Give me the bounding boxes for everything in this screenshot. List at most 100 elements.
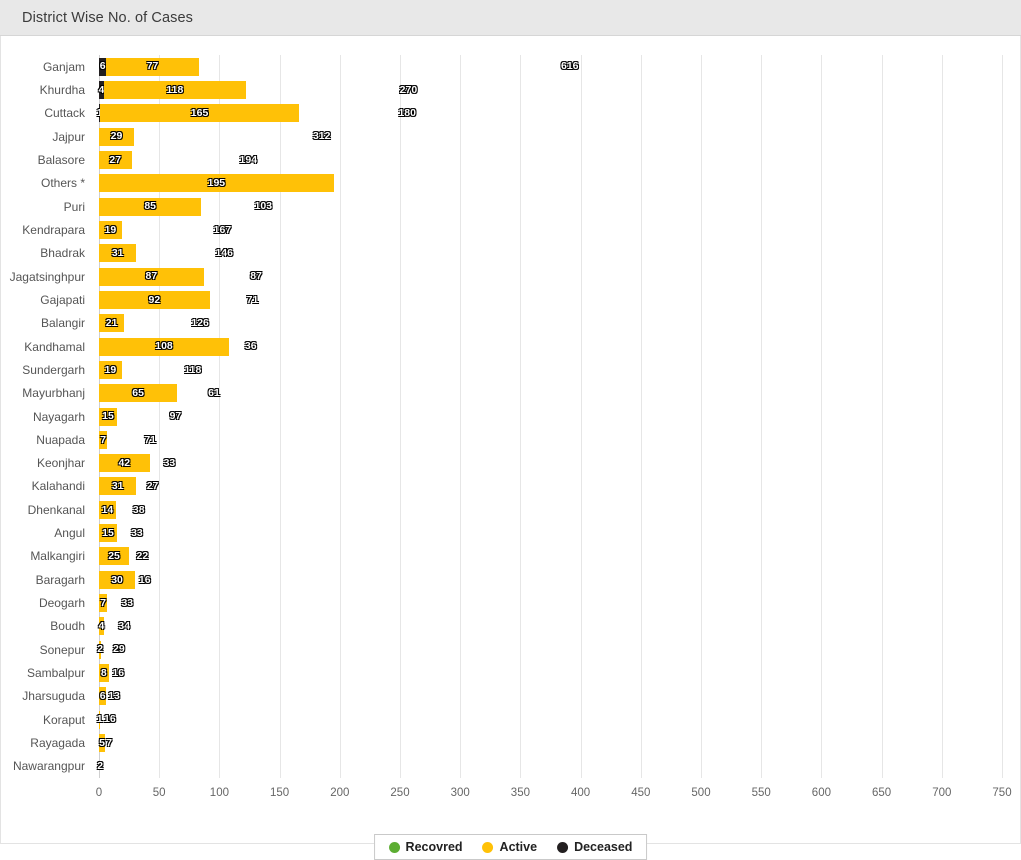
bar-segment-active[interactable]: 42 bbox=[99, 454, 150, 473]
table-row[interactable]: 195 bbox=[99, 174, 1002, 193]
bar-segment-active[interactable]: 19 bbox=[99, 220, 122, 239]
bar-segment-recovred[interactable]: 270 bbox=[246, 81, 571, 99]
circle-marker-icon bbox=[388, 841, 400, 853]
table-row[interactable]: 108 36 bbox=[99, 337, 1002, 356]
bar-segment-recovred[interactable]: 13 bbox=[106, 687, 122, 705]
bar-segment-recovred[interactable]: 180 bbox=[299, 104, 516, 122]
bar-segment-recovred[interactable]: 7 bbox=[105, 734, 113, 752]
bar-segment-recovred[interactable]: 27 bbox=[136, 477, 169, 495]
bar-value-label: 33 bbox=[121, 596, 134, 609]
bar-segment-active[interactable]: 15 bbox=[99, 407, 118, 426]
y-axis-category-labels: Ganjam Khurdha Cuttack Jajpur Balasore Others… bbox=[1, 55, 93, 778]
bar-segment-active[interactable]: 118 bbox=[103, 80, 246, 99]
table-row[interactable]: 25 22 bbox=[99, 547, 1002, 566]
table-row[interactable]: 92 71 bbox=[99, 290, 1002, 309]
table-row[interactable]: 85 103 bbox=[99, 197, 1002, 216]
bar-segment-active[interactable]: 108 bbox=[99, 337, 230, 356]
table-row[interactable]: 21 126 bbox=[99, 314, 1002, 333]
bar-value-label: 31 bbox=[111, 246, 124, 259]
bar-segment-active[interactable]: 77 bbox=[106, 57, 199, 76]
bar-segment-active[interactable]: 7 bbox=[99, 594, 108, 613]
bar-segment-active[interactable]: 195 bbox=[99, 174, 334, 193]
table-row[interactable]: 29 312 bbox=[99, 127, 1002, 146]
bar-segment-active[interactable]: 27 bbox=[99, 150, 132, 169]
bar-segment-recovred[interactable]: 71 bbox=[210, 291, 295, 309]
bar-segment-active[interactable]: 31 bbox=[99, 244, 137, 263]
bar-segment-recovred[interactable]: 71 bbox=[107, 431, 192, 449]
bar-segment-deceased[interactable]: 6 bbox=[99, 57, 107, 76]
bar-segment-active[interactable]: 87 bbox=[99, 267, 204, 286]
bar-segment-active[interactable]: 65 bbox=[99, 384, 178, 403]
legend-item[interactable]: Recovred bbox=[388, 840, 463, 854]
bar-segment-recovred[interactable]: 29 bbox=[101, 641, 136, 659]
table-row[interactable]: 6 77 616 bbox=[99, 57, 1002, 76]
table-row[interactable]: 4 34 bbox=[98, 617, 1002, 636]
bar-segment-active[interactable]: 92 bbox=[99, 290, 210, 309]
table-row[interactable]: 1 16 bbox=[97, 710, 1002, 729]
bar-segment-recovred[interactable]: 16 bbox=[135, 571, 154, 589]
table-row[interactable]: 19 118 bbox=[99, 360, 1002, 379]
bar-segment-recovred[interactable]: 16 bbox=[109, 664, 128, 682]
bar-segment-active[interactable]: 7 bbox=[99, 430, 108, 449]
bar-segment-recovred[interactable]: 97 bbox=[117, 408, 234, 426]
bar-segment-recovred[interactable]: 33 bbox=[150, 454, 190, 472]
bar-segment-recovred[interactable]: 312 bbox=[134, 128, 510, 146]
table-row[interactable]: 87 87 bbox=[99, 267, 1002, 286]
table-row[interactable]: 8 16 bbox=[99, 664, 1002, 683]
bar-segment-active[interactable]: 6 bbox=[99, 687, 107, 706]
table-row[interactable]: 2 29 bbox=[97, 640, 1002, 659]
table-row[interactable]: 4 118 270 bbox=[98, 80, 1002, 99]
bar-segment-active[interactable]: 21 bbox=[99, 314, 125, 333]
bar-segment-recovred[interactable]: 87 bbox=[204, 268, 309, 286]
y-axis-label: Cuttack bbox=[44, 106, 85, 121]
legend-item[interactable]: Active bbox=[482, 840, 537, 854]
bar-segment-recovred[interactable]: 146 bbox=[136, 244, 312, 262]
bar-segment-active[interactable]: 25 bbox=[99, 547, 130, 566]
bar-segment-recovred[interactable]: 118 bbox=[122, 361, 264, 379]
table-row[interactable]: 19 167 bbox=[99, 220, 1002, 239]
table-row[interactable]: 65 61 bbox=[99, 384, 1002, 403]
table-row[interactable]: 31 146 bbox=[99, 244, 1002, 263]
y-axis-label: Baragarh bbox=[35, 572, 85, 587]
chart-legend[interactable]: Recovred Active Deceased bbox=[373, 834, 648, 860]
bar-segment-recovred[interactable]: 194 bbox=[132, 151, 366, 169]
bar-segment-recovred[interactable]: 33 bbox=[117, 524, 157, 542]
bar-segment-active[interactable]: 29 bbox=[99, 127, 134, 146]
table-row[interactable]: 2 bbox=[97, 757, 1002, 775]
table-row[interactable]: 7 33 bbox=[99, 594, 1002, 613]
bar-segment-recovred[interactable]: 2 bbox=[97, 757, 103, 775]
bar-segment-recovred[interactable]: 34 bbox=[104, 617, 145, 635]
table-row[interactable]: 15 33 bbox=[99, 524, 1002, 543]
table-row[interactable]: 57 bbox=[99, 734, 1002, 753]
bar-segment-recovred[interactable]: 167 bbox=[122, 221, 323, 239]
table-row[interactable]: 42 33 bbox=[99, 454, 1002, 473]
table-row[interactable]: 1165180 bbox=[97, 104, 1002, 123]
table-row[interactable]: 27 194 bbox=[99, 150, 1002, 169]
bar-segment-recovred[interactable]: 22 bbox=[129, 547, 155, 565]
bar-segment-active[interactable]: 19 bbox=[99, 360, 122, 379]
bar-segment-recovred[interactable]: 16 bbox=[100, 711, 119, 729]
bar-segment-active[interactable]: 165 bbox=[100, 104, 299, 123]
bar-segment-active[interactable]: 15 bbox=[99, 524, 118, 543]
bar-segment-recovred[interactable]: 616 bbox=[199, 58, 941, 76]
table-row[interactable]: 30 16 bbox=[99, 570, 1002, 589]
table-row[interactable]: 14 38 bbox=[99, 500, 1002, 519]
bar-segment-recovred[interactable]: 38 bbox=[116, 501, 162, 519]
table-row[interactable]: 7 71 bbox=[99, 430, 1002, 449]
bar-segment-recovred[interactable]: 61 bbox=[177, 384, 250, 402]
legend-item[interactable]: Deceased bbox=[557, 840, 632, 854]
bar-value-label: 29 bbox=[113, 643, 125, 656]
bar-segment-active[interactable]: 30 bbox=[99, 570, 136, 589]
table-row[interactable]: 31 27 bbox=[99, 477, 1002, 496]
bar-segment-recovred[interactable]: 126 bbox=[124, 314, 276, 332]
bar-segment-recovred[interactable]: 33 bbox=[107, 594, 147, 612]
table-row[interactable]: 6 13 bbox=[99, 687, 1002, 706]
table-row[interactable]: 15 97 bbox=[99, 407, 1002, 426]
bar-segment-recovred[interactable]: 36 bbox=[229, 338, 272, 356]
bar-segment-active[interactable]: 31 bbox=[99, 477, 137, 496]
bar-segment-active[interactable]: 14 bbox=[99, 500, 116, 519]
bar-segment-recovred[interactable]: 103 bbox=[201, 198, 325, 216]
bar-segment-active[interactable]: 8 bbox=[99, 664, 109, 683]
bar-segment-active[interactable]: 85 bbox=[99, 197, 202, 216]
bar-value-label: 14 bbox=[101, 503, 114, 516]
